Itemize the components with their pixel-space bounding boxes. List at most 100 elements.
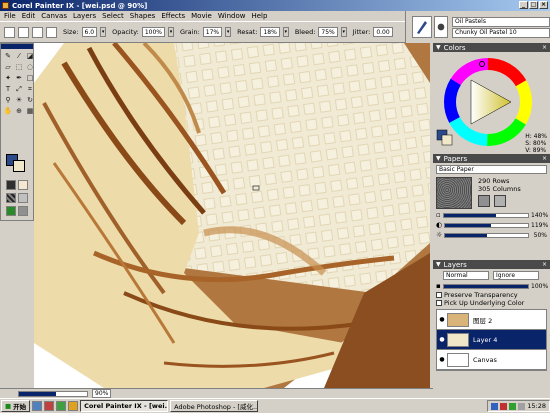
toolbox: ✎ ⁄ ◪ ▱ ⬚ ◌ ✦ ✒ □ T ⤢ ⌗ ⚲ ☀ ↻ ✋ ⊕ ▦ xyxy=(0,43,34,221)
volume-icon[interactable] xyxy=(518,402,526,410)
resat-dropdown-icon[interactable]: ▾ xyxy=(282,27,289,37)
paper-contrast-slider[interactable] xyxy=(444,222,529,228)
task-photoshop[interactable]: Adobe Photoshop - [威化... xyxy=(170,400,259,412)
drawing-canvas[interactable] xyxy=(34,43,430,388)
hand-tool-icon[interactable]: ✋ xyxy=(3,106,13,116)
collapse-icon[interactable]: ▼ xyxy=(436,155,441,162)
eyedropper-tool-icon[interactable]: ⁄ xyxy=(14,51,24,61)
paper-brightness-slider[interactable] xyxy=(444,232,529,238)
tray-icon[interactable] xyxy=(500,402,508,410)
panel-close-icon[interactable]: × xyxy=(542,261,547,268)
maximize-button[interactable]: □ xyxy=(529,1,538,9)
paper-scale-value: 140% xyxy=(531,211,549,219)
collapse-icon[interactable]: ▼ xyxy=(436,261,441,268)
grain-field[interactable]: 17% xyxy=(202,27,223,37)
papers-panel-header[interactable]: ▼ Papers × xyxy=(433,154,550,163)
menu-select[interactable]: Select xyxy=(102,12,124,20)
rect-select-icon[interactable]: ⬚ xyxy=(14,62,24,72)
jitter-label: Jitter: xyxy=(352,28,371,36)
task-painter[interactable]: Corel Painter IX - [wei... xyxy=(80,400,169,412)
layer-opacity-slider[interactable] xyxy=(442,283,529,289)
panel-close-icon[interactable]: × xyxy=(542,44,547,51)
brush-variant-icon[interactable] xyxy=(434,16,448,38)
menu-movie[interactable]: Movie xyxy=(191,12,212,20)
menu-help[interactable]: Help xyxy=(251,12,267,20)
pick-up-underlying-checkbox[interactable]: Pick Up Underlying Color xyxy=(433,299,550,307)
pen-tool-icon[interactable]: ✒ xyxy=(14,73,24,83)
size-label: Size: xyxy=(63,28,79,36)
paper-scale-slider[interactable] xyxy=(442,212,529,218)
paper-texture-preview xyxy=(436,177,472,209)
additional-color-swatch[interactable] xyxy=(13,160,25,172)
magic-wand-icon[interactable]: ✦ xyxy=(3,73,13,83)
size-dropdown-icon[interactable]: ▾ xyxy=(100,27,107,37)
start-button[interactable]: ■ 开始 xyxy=(1,400,31,412)
eraser-tool-icon[interactable]: ▱ xyxy=(3,62,13,72)
menu-shapes[interactable]: Shapes xyxy=(130,12,156,20)
composite-depth-select[interactable]: Ignore xyxy=(493,271,539,280)
zoom-slider[interactable] xyxy=(18,390,88,397)
collapse-icon[interactable]: ▼ xyxy=(436,44,441,51)
gradient-swatch-icon[interactable] xyxy=(18,180,28,190)
nozzle-swatch-icon[interactable] xyxy=(6,206,16,216)
eye-icon[interactable]: ● xyxy=(437,316,447,323)
menu-window[interactable]: Window xyxy=(218,12,246,20)
menu-bar: File Edit Canvas Layers Select Shapes Ef… xyxy=(0,11,405,21)
composite-method-select[interactable]: Normal xyxy=(443,271,489,280)
capture-paper-icon[interactable] xyxy=(478,195,490,207)
bleed-dropdown-icon[interactable]: ▾ xyxy=(340,27,347,37)
grain-dropdown-icon[interactable]: ▾ xyxy=(225,27,232,37)
minimize-button[interactable]: _ xyxy=(519,1,528,9)
hue-value: H: 48% xyxy=(525,133,547,140)
zoom-level[interactable]: 90% xyxy=(92,389,112,398)
dab-type-icon[interactable] xyxy=(18,26,29,38)
panel-close-icon[interactable]: × xyxy=(542,155,547,162)
colors-panel-header[interactable]: ▼ Colors × xyxy=(433,43,550,52)
magnifier-tool-icon[interactable]: ⊕ xyxy=(14,106,24,116)
colors-panel-title: Colors xyxy=(443,43,466,52)
layer-item-canvas[interactable]: ● Canvas xyxy=(437,350,546,370)
text-tool-icon[interactable]: T xyxy=(3,84,13,94)
paper-swatch-icon[interactable] xyxy=(6,180,16,190)
burn-tool-icon[interactable]: ☀ xyxy=(14,95,24,105)
layer-item-layer4[interactable]: ● Layer 4 xyxy=(437,330,546,350)
look-swatch-icon[interactable] xyxy=(18,206,28,216)
preserve-transparency-checkbox[interactable]: Preserve Transparency xyxy=(433,291,550,299)
show-desktop-icon[interactable] xyxy=(32,401,43,411)
menu-layers[interactable]: Layers xyxy=(73,12,96,20)
close-button[interactable]: × xyxy=(539,1,548,9)
pattern-swatch-icon[interactable] xyxy=(6,193,16,203)
size-field[interactable]: 6.0 xyxy=(81,27,98,37)
menu-canvas[interactable]: Canvas xyxy=(41,12,67,20)
resat-field[interactable]: 18% xyxy=(260,27,280,37)
menu-file[interactable]: File xyxy=(4,12,16,20)
invert-paper-icon[interactable] xyxy=(494,195,506,207)
menu-effects[interactable]: Effects xyxy=(161,12,185,20)
tray-icon[interactable] xyxy=(491,402,499,410)
paper-select[interactable]: Basic Paper xyxy=(436,165,547,174)
stroke-type-icon[interactable] xyxy=(32,26,43,38)
brush-category-icon[interactable] xyxy=(412,16,432,38)
weaving-swatch-icon[interactable] xyxy=(18,193,28,203)
eye-icon[interactable]: ● xyxy=(437,336,447,343)
layers-panel-header[interactable]: ▼ Layers × xyxy=(433,260,550,269)
opacity-dropdown-icon[interactable]: ▾ xyxy=(167,27,174,37)
jitter-field[interactable]: 0.00 xyxy=(373,27,393,37)
dropper-tool-icon[interactable]: ⚲ xyxy=(3,95,13,105)
bleed-field[interactable]: 75% xyxy=(318,27,338,37)
transform-tool-icon[interactable]: ⤢ xyxy=(14,84,24,94)
menu-edit[interactable]: Edit xyxy=(22,12,36,20)
brush-tool-icon[interactable]: ✎ xyxy=(3,51,13,61)
layer-item-tuceng2[interactable]: ● 图层 2 xyxy=(437,310,546,330)
eye-icon[interactable]: ● xyxy=(437,356,447,363)
quick-launch-icon[interactable] xyxy=(44,401,55,411)
tray-icon[interactable] xyxy=(509,402,517,410)
brush-icon[interactable] xyxy=(4,26,15,38)
opacity-field[interactable]: 100% xyxy=(141,27,165,37)
reset-tool-icon[interactable] xyxy=(46,26,57,38)
quick-launch-icon[interactable] xyxy=(68,401,79,411)
brush-category-select[interactable]: Oil Pastels xyxy=(452,16,550,27)
quick-launch-icon[interactable] xyxy=(56,401,67,411)
brush-variant-select[interactable]: Chunky Oil Pastel 10 xyxy=(452,27,550,38)
hsv-readout: H: 48% S: 80% V: 89% xyxy=(525,133,547,154)
